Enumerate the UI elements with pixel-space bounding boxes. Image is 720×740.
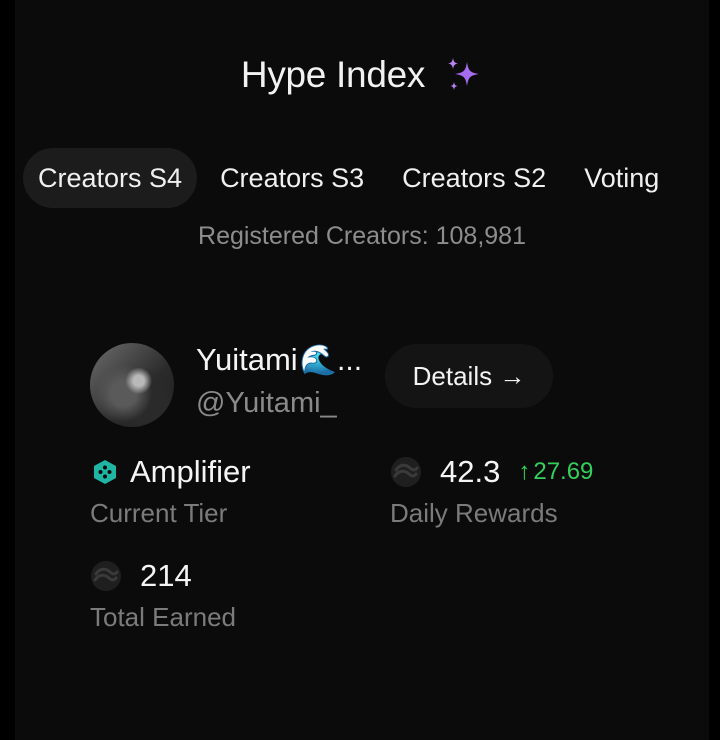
page-title: Hype Index: [240, 54, 426, 95]
season-tabs: Creators S4 Creators S3 Creators S2 Voti…: [23, 148, 709, 208]
tier-value: Amplifier: [130, 454, 251, 489]
daily-rewards-delta: ↑ 27.69: [518, 458, 593, 486]
daily-rewards-value: 42.3: [440, 454, 501, 489]
registered-creators-count: Registered Creators: 108,981: [198, 222, 526, 250]
details-label: Details →: [412, 360, 526, 391]
tab-voting[interactable]: Voting: [569, 148, 674, 208]
tab-creators-s4[interactable]: Creators S4: [23, 148, 198, 208]
creator-handle: @Yuitami_: [196, 387, 337, 419]
coin-icon: [91, 561, 121, 591]
tier-stat: Amplifier: [92, 454, 251, 490]
header: Hype Index: [15, 50, 709, 100]
total-earned-stat: 214: [90, 558, 192, 594]
coin-icon: [391, 457, 421, 487]
creator-name-text: Yuitami: [196, 342, 298, 377]
daily-rewards-label: Daily Rewards: [390, 498, 558, 528]
delta-value: 27.69: [533, 458, 594, 485]
wave-emoji-icon: 🌊...: [299, 343, 363, 377]
avatar[interactable]: [90, 343, 174, 427]
hexagon-tier-icon: [94, 460, 116, 484]
tab-creators-s3[interactable]: Creators S3: [205, 148, 379, 208]
total-earned-label: Total Earned: [90, 602, 236, 632]
details-button[interactable]: Details →: [385, 344, 553, 408]
sparkles-icon: [448, 58, 480, 90]
up-arrow-icon: ↑: [518, 458, 531, 485]
tab-creators-s2[interactable]: Creators S2: [387, 148, 561, 208]
total-earned-value: 214: [140, 558, 192, 593]
creator-name: Yuitami 🌊...: [196, 342, 362, 378]
tier-label: Current Tier: [90, 498, 228, 528]
daily-rewards-stat: 42.3 ↑ 27.69: [390, 454, 593, 490]
